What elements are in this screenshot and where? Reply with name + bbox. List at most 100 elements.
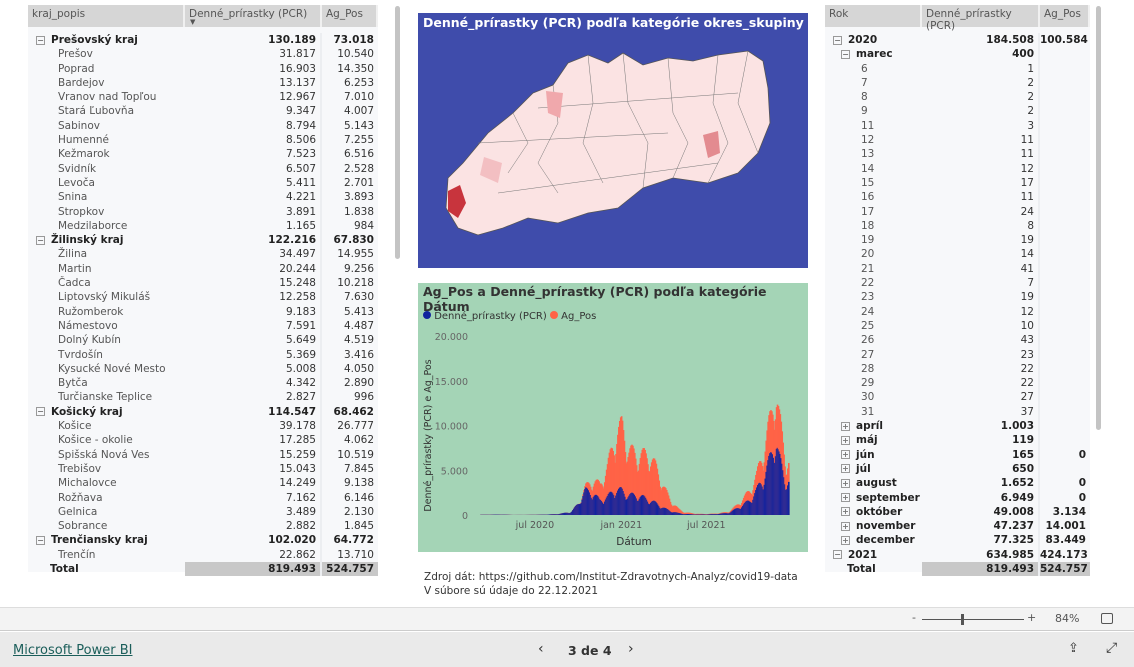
- table-row[interactable]: 15 17: [825, 175, 1090, 191]
- table-row[interactable]: 31 37: [825, 404, 1090, 420]
- table-row[interactable]: Tvrdošín 5.369 3.416: [28, 347, 378, 362]
- table-row[interactable]: + máj 119: [825, 433, 1090, 448]
- table-row[interactable]: − Žilinský kraj 122.216 67.830: [28, 233, 378, 248]
- table-row[interactable]: Žilina 34.497 14.955: [28, 247, 378, 262]
- chart-visual[interactable]: Ag_Pos a Denné_prírastky (PCR) podľa kat…: [418, 283, 808, 552]
- table-row[interactable]: 11 3: [825, 118, 1090, 134]
- table-row[interactable]: Poprad 16.903 14.350: [28, 61, 378, 76]
- table-row[interactable]: Levoča 5.411 2.701: [28, 175, 378, 191]
- table-row[interactable]: + december 77.325 83.449: [825, 533, 1090, 548]
- table-row[interactable]: −2021 634.985 424.173: [825, 547, 1090, 562]
- slovakia-map[interactable]: [418, 13, 808, 268]
- zoom-slider-handle[interactable]: [961, 614, 964, 625]
- expand-icon[interactable]: +: [841, 521, 850, 531]
- table-row[interactable]: + jún 165 0: [825, 447, 1090, 462]
- table-row[interactable]: 30 27: [825, 390, 1090, 405]
- table-row[interactable]: 82: [825, 90, 1090, 105]
- table-row[interactable]: 23 19: [825, 290, 1090, 305]
- table-row[interactable]: + júl 650: [825, 461, 1090, 477]
- right-table-scrollbar[interactable]: [1096, 6, 1101, 430]
- table-row[interactable]: Humenné 8.506 7.255: [28, 133, 378, 148]
- collapse-icon[interactable]: −: [36, 235, 45, 245]
- total-row[interactable]: Total 819.493 524.757: [825, 561, 1090, 577]
- table-row[interactable]: Snina 4.221 3.893: [28, 190, 378, 205]
- legend-ag[interactable]: Ag_Pos: [561, 311, 596, 322]
- table-row[interactable]: Kežmarok 7.523 6.516: [28, 147, 378, 162]
- table-row[interactable]: 72: [825, 75, 1090, 91]
- table-row[interactable]: 27 23: [825, 347, 1090, 362]
- table-row[interactable]: + august 1.652 0: [825, 476, 1090, 491]
- fit-page-icon[interactable]: [1101, 613, 1113, 624]
- table-row[interactable]: − Prešovský kraj 130.189 73.018: [28, 33, 378, 48]
- table-row[interactable]: Sobrance 2.882 1.845: [28, 519, 378, 534]
- prev-page-icon[interactable]: ‹: [538, 641, 544, 657]
- table-row[interactable]: −2020 184.508 100.584: [825, 33, 1090, 48]
- expand-icon[interactable]: +: [841, 535, 850, 545]
- collapse-icon[interactable]: −: [36, 535, 45, 545]
- expand-icon[interactable]: +: [841, 450, 850, 460]
- expand-icon[interactable]: +: [841, 507, 850, 517]
- table-row[interactable]: 12 11: [825, 133, 1090, 148]
- table-row[interactable]: − marec 400: [825, 47, 1090, 62]
- table-row[interactable]: + apríl 1.003: [825, 419, 1090, 434]
- table-row[interactable]: Košice - okolie 17.285 4.062: [28, 433, 378, 448]
- expand-icon[interactable]: +: [841, 435, 850, 445]
- col-header-rok[interactable]: Rok: [825, 5, 922, 27]
- table-row[interactable]: 16 11: [825, 190, 1090, 205]
- table-row[interactable]: 21 41: [825, 261, 1090, 277]
- table-row[interactable]: Stará Ľubovňa 9.347 4.007: [28, 104, 378, 119]
- expand-icon[interactable]: +: [841, 478, 850, 488]
- table-row[interactable]: + október 49.008 3.134: [825, 504, 1090, 520]
- table-row[interactable]: Vranov nad Topľou 12.967 7.010: [28, 90, 378, 105]
- table-row[interactable]: Medzilaborce 1.165 984: [28, 218, 378, 234]
- zoom-out-button[interactable]: -: [912, 611, 916, 624]
- table-row[interactable]: 18 8: [825, 218, 1090, 234]
- total-row[interactable]: Total 819.493 524.757: [28, 561, 378, 577]
- table-row[interactable]: 92: [825, 104, 1090, 119]
- zoom-in-button[interactable]: +: [1027, 611, 1036, 624]
- table-row[interactable]: Martin 20.244 9.256: [28, 261, 378, 277]
- left-table-scrollbar[interactable]: [395, 6, 400, 259]
- table-row[interactable]: Kysucké Nové Mesto 5.008 4.050: [28, 361, 378, 377]
- table-row[interactable]: 61: [825, 61, 1090, 76]
- table-row[interactable]: 14 12: [825, 161, 1090, 176]
- table-row[interactable]: Prešov 31.817 10.540: [28, 47, 378, 62]
- table-row[interactable]: 19 19: [825, 233, 1090, 248]
- next-page-icon[interactable]: ›: [628, 641, 634, 657]
- power-bi-link[interactable]: Microsoft Power BI: [13, 643, 132, 658]
- collapse-icon[interactable]: −: [833, 35, 842, 45]
- col-header-agpos[interactable]: Ag_Pos: [322, 5, 378, 27]
- table-row[interactable]: Bardejov 13.137 6.253: [28, 75, 378, 91]
- table-row[interactable]: Sabinov 8.794 5.143: [28, 118, 378, 134]
- expand-icon[interactable]: +: [841, 464, 850, 474]
- collapse-icon[interactable]: −: [36, 35, 45, 45]
- table-row[interactable]: Liptovský Mikuláš 12.258 7.630: [28, 290, 378, 305]
- table-row[interactable]: + september 6.949 0: [825, 490, 1090, 505]
- expand-icon[interactable]: +: [841, 421, 850, 431]
- table-row[interactable]: Košice 39.178 26.777: [28, 419, 378, 434]
- col-header-agpos[interactable]: Ag_Pos: [1040, 5, 1090, 27]
- table-row[interactable]: 20 14: [825, 247, 1090, 262]
- collapse-icon[interactable]: −: [36, 407, 45, 417]
- table-row[interactable]: 26 43: [825, 333, 1090, 348]
- table-row[interactable]: Námestovo 7.591 4.487: [28, 318, 378, 334]
- table-row[interactable]: 25 10: [825, 318, 1090, 334]
- table-row[interactable]: Gelnica 3.489 2.130: [28, 504, 378, 520]
- slovakia-region-shape[interactable]: [445, 50, 771, 236]
- table-row[interactable]: Dolný Kubín 5.649 4.519: [28, 333, 378, 348]
- table-row[interactable]: + november 47.237 14.001: [825, 519, 1090, 534]
- col-header-pcr[interactable]: Denné_prírastky (PCR) ▼: [185, 5, 322, 27]
- table-row[interactable]: 24 12: [825, 304, 1090, 319]
- table-row[interactable]: Bytča 4.342 2.890: [28, 376, 378, 391]
- table-row[interactable]: Ružomberok 9.183 5.413: [28, 304, 378, 319]
- fullscreen-icon[interactable]: ⤢: [1106, 640, 1117, 656]
- table-row[interactable]: 28 22: [825, 361, 1090, 377]
- legend-pcr[interactable]: Denné_prírastky (PCR): [434, 311, 547, 322]
- collapse-icon[interactable]: −: [833, 550, 842, 560]
- table-row[interactable]: Trenčín 22.862 13.710: [28, 547, 378, 562]
- share-icon[interactable]: ⇪: [1068, 641, 1079, 656]
- table-row[interactable]: 17 24: [825, 204, 1090, 219]
- col-header-kraj[interactable]: kraj_popis: [28, 5, 185, 27]
- table-row[interactable]: 29 22: [825, 376, 1090, 391]
- table-row[interactable]: Michalovce 14.249 9.138: [28, 476, 378, 491]
